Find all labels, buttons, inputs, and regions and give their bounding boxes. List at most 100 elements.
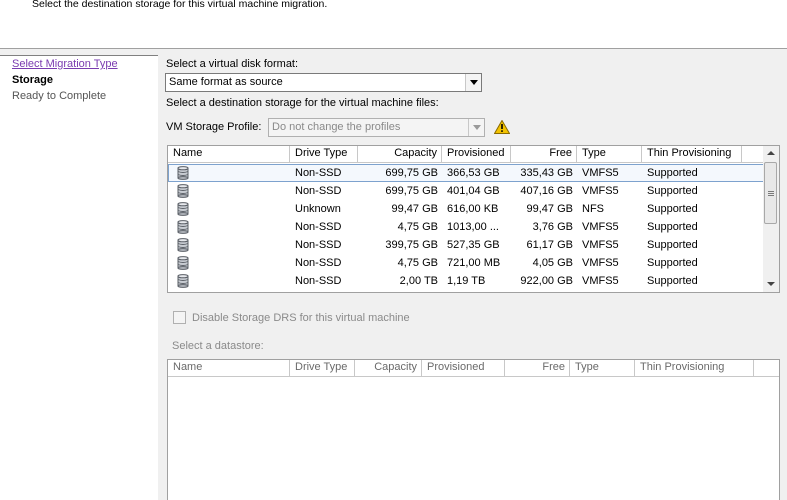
disk-format-value: Same format as source — [169, 76, 283, 88]
select-datastore-label: Select a datastore: — [172, 340, 264, 352]
column-header-type: Type — [570, 360, 635, 376]
cell-capacity: 99,47 GB — [391, 203, 438, 215]
column-header-thin-provisioning[interactable]: Thin Provisioning — [642, 146, 742, 162]
column-header-drive-type[interactable]: Drive Type — [290, 146, 358, 162]
cell-free: 3,76 GB — [532, 221, 573, 233]
table-row[interactable]: Non-SSD 699,75 GB 401,04 GB 407,16 GB VMFS5 S… — [168, 182, 764, 200]
cell-provisioned: 1013,00 ... — [447, 221, 499, 233]
table-row[interactable]: Non-SSD 399,75 GB 527,35 GB 61,17 GB VMFS5 Su… — [168, 236, 764, 254]
cell-name — [168, 164, 290, 182]
table-row[interactable]: Unknown 99,47 GB 616,00 KB 99,47 GB NFS Suppo… — [168, 200, 764, 218]
cell-free: 99,47 GB — [526, 203, 573, 215]
destination-storage-label: Select a destination storage for the vir… — [166, 97, 439, 109]
cell-type: VMFS5 — [582, 221, 619, 233]
datastore-table-header: Name Drive Type Capacity Provisioned Fre… — [168, 146, 764, 163]
chevron-down-icon — [767, 282, 775, 286]
cell-drive-type: Non-SSD — [295, 239, 342, 251]
cell-drive-type: Non-SSD — [295, 257, 342, 269]
cell-provisioned: 401,04 GB — [447, 185, 500, 197]
cell-capacity: 4,75 GB — [397, 257, 438, 269]
column-header-filler — [754, 360, 779, 376]
datastore-table-scrollbar[interactable] — [763, 146, 779, 292]
step-storage: Storage — [12, 74, 53, 86]
column-header-drive-type: Drive Type — [290, 360, 355, 376]
warning-triangle-icon — [494, 120, 510, 134]
table-row[interactable]: Non-SSD 4,75 GB 721,00 MB 4,05 GB VMFS5 Suppo… — [168, 254, 764, 272]
header-subtitle: Select the destination storage for this … — [32, 0, 328, 10]
cell-capacity: 699,75 GB — [385, 167, 438, 179]
cell-capacity: 4,75 GB — [397, 221, 438, 233]
column-header-provisioned[interactable]: Provisioned — [442, 146, 511, 162]
header-divider — [0, 48, 787, 49]
storage-profile-label: VM Storage Profile: — [166, 121, 262, 133]
cell-provisioned: 366,53 GB — [447, 167, 500, 179]
cell-drive-type: Unknown — [295, 203, 341, 215]
sidebar-top-border — [0, 55, 158, 56]
cell-thin-provisioning: Supported — [647, 221, 698, 233]
storage-profile-dropdown-button[interactable] — [468, 119, 484, 136]
cell-free: 922,00 GB — [520, 275, 573, 287]
cell-type: VMFS5 — [582, 275, 619, 287]
cell-thin-provisioning: Supported — [647, 239, 698, 251]
column-header-type[interactable]: Type — [577, 146, 642, 162]
cell-name — [168, 254, 290, 272]
column-header-filler — [742, 146, 764, 162]
cell-drive-type: Non-SSD — [295, 221, 342, 233]
chevron-down-icon — [470, 80, 478, 85]
wizard-steps-sidebar: Select Migration Type Storage Ready to C… — [0, 55, 158, 500]
storage-profile-select[interactable]: Do not change the profiles — [268, 118, 485, 137]
table-row[interactable]: Non-SSD 2,00 TB 1,19 TB 922,00 GB VMFS5 Suppo… — [168, 272, 764, 290]
cell-type: VMFS5 — [582, 167, 619, 179]
cell-provisioned: 616,00 KB — [447, 203, 499, 215]
cell-provisioned: 1,19 TB — [447, 275, 486, 287]
cell-free: 4,05 GB — [532, 257, 573, 269]
cell-type: NFS — [582, 203, 604, 215]
column-header-name[interactable]: Name — [168, 146, 290, 162]
step-select-migration-type[interactable]: Select Migration Type — [12, 58, 118, 70]
cell-type: VMFS5 — [582, 257, 619, 269]
disk-format-label: Select a virtual disk format: — [166, 58, 299, 70]
cell-capacity: 399,75 GB — [385, 239, 438, 251]
disable-storage-drs-label: Disable Storage DRS for this virtual mac… — [192, 312, 410, 324]
cell-provisioned: 527,35 GB — [447, 239, 500, 251]
wizard-header: Select the destination storage for this … — [0, 0, 787, 48]
cell-thin-provisioning: Supported — [647, 275, 698, 287]
storage-profile-value: Do not change the profiles — [272, 121, 401, 133]
cell-name — [168, 218, 290, 236]
select-datastore-table-header: Name Drive Type Capacity Provisioned Fre… — [168, 360, 779, 377]
column-header-free: Free — [505, 360, 570, 376]
cell-free: 61,17 GB — [526, 239, 573, 251]
scroll-thumb[interactable] — [764, 162, 777, 224]
cell-name — [168, 200, 290, 218]
cell-thin-provisioning: Supported — [647, 203, 698, 215]
disable-storage-drs-checkbox[interactable] — [173, 311, 186, 324]
cell-thin-provisioning: Supported — [647, 185, 698, 197]
cell-drive-type: Non-SSD — [295, 185, 342, 197]
column-header-thin-provisioning: Thin Provisioning — [635, 360, 754, 376]
cell-capacity: 699,75 GB — [385, 185, 438, 197]
column-header-capacity: Capacity — [355, 360, 422, 376]
cell-type: VMFS5 — [582, 239, 619, 251]
table-row[interactable]: Non-SSD 699,75 GB 366,53 GB 335,43 GB VMFS5 S… — [168, 164, 764, 182]
datastore-table: Name Drive Type Capacity Provisioned Fre… — [167, 145, 780, 293]
cell-thin-provisioning: Supported — [647, 257, 698, 269]
cell-free: 335,43 GB — [520, 167, 573, 179]
column-header-provisioned: Provisioned — [422, 360, 505, 376]
column-header-name: Name — [168, 360, 290, 376]
cell-drive-type: Non-SSD — [295, 167, 342, 179]
cell-free: 407,16 GB — [520, 185, 573, 197]
select-datastore-table: Name Drive Type Capacity Provisioned Fre… — [167, 359, 780, 500]
scroll-down-button[interactable] — [763, 276, 779, 292]
cell-name — [168, 236, 290, 254]
grip-icon — [768, 191, 774, 192]
disk-format-select[interactable]: Same format as source — [165, 73, 482, 92]
table-row[interactable]: Non-SSD 4,75 GB 1013,00 ... 3,76 GB VMFS5 Sup… — [168, 218, 764, 236]
column-header-capacity[interactable]: Capacity — [358, 146, 442, 162]
chevron-up-icon — [767, 151, 775, 155]
step-ready-to-complete: Ready to Complete — [12, 90, 107, 102]
cell-name — [168, 272, 290, 290]
disk-format-dropdown-button[interactable] — [465, 74, 481, 91]
column-header-free[interactable]: Free — [511, 146, 577, 162]
cell-drive-type: Non-SSD — [295, 275, 342, 287]
scroll-up-button[interactable] — [763, 146, 779, 162]
